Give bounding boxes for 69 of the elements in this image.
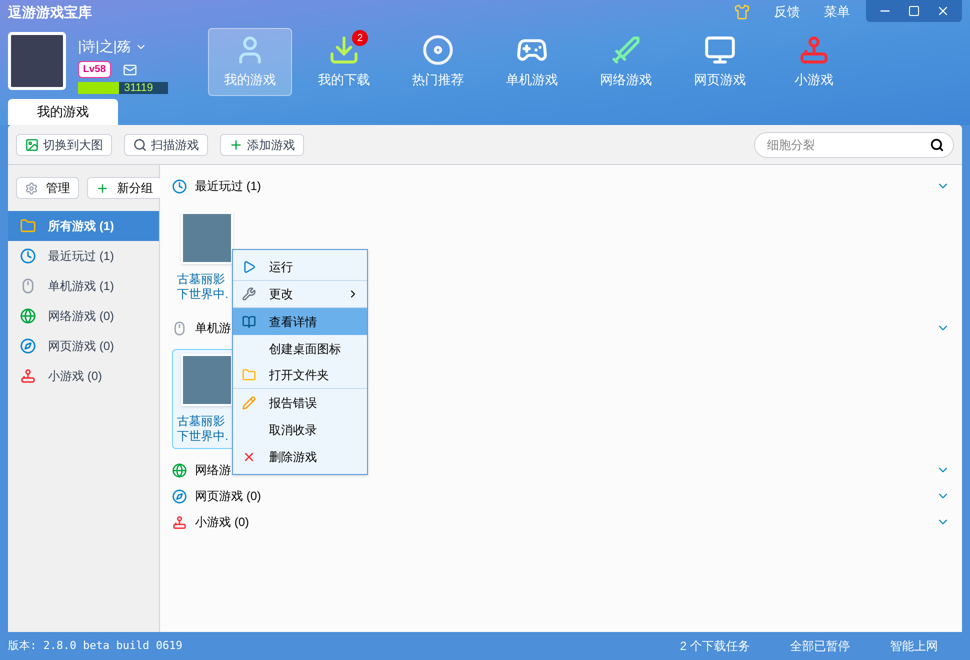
search-icon[interactable]: [930, 138, 944, 152]
exp-reading: 31119: [124, 81, 153, 96]
menu-item[interactable]: 查看详情: [233, 308, 367, 335]
nav-label: 热门推荐: [412, 71, 464, 90]
sidebar-item[interactable]: 单机游戏 (1): [8, 271, 159, 301]
settings-icon: [25, 182, 38, 194]
section-title[interactable]: 小游戏 (0): [195, 513, 249, 531]
version-text: 版本: 2.8.0 beta build 0619: [8, 638, 182, 654]
wrench-icon: [242, 287, 256, 301]
shirt-icon[interactable]: [734, 4, 750, 20]
book-icon: [242, 314, 256, 328]
clock-icon: [172, 178, 187, 194]
clock-icon: [20, 248, 36, 264]
toolbar-button[interactable]: 切换到大图: [16, 134, 112, 156]
plus-icon: [96, 182, 109, 194]
folder-icon: [242, 368, 256, 382]
mouse-icon: [172, 320, 187, 336]
search-icon: [133, 138, 147, 152]
globe-icon: [172, 462, 187, 478]
close-icon[interactable]: [936, 4, 950, 18]
sidebar-item[interactable]: 所有游戏 (1): [8, 211, 159, 241]
sidebar-item[interactable]: 网络游戏 (0): [8, 301, 159, 331]
sidebar-button[interactable]: 新分组: [87, 177, 162, 199]
game-title: 古墓丽影 下世界中.: [177, 414, 228, 444]
menu-item[interactable]: 打开文件夹: [233, 362, 367, 389]
nav-label: 我的下载: [318, 71, 370, 90]
folder-icon: [20, 218, 36, 234]
plus-icon: [229, 138, 243, 152]
game-title: 古墓丽影 下世界中.: [177, 272, 228, 302]
image-icon: [25, 138, 39, 152]
photo-placeholder: [181, 354, 233, 406]
section-title[interactable]: 网页游戏 (0): [195, 487, 261, 505]
play-icon: [242, 260, 256, 274]
browser-icon: [20, 338, 36, 354]
sidebar-item[interactable]: 最近玩过 (1): [8, 241, 159, 271]
level-badge: Lv58: [78, 61, 111, 78]
section-title[interactable]: 单机游: [195, 319, 231, 337]
my-games-tab[interactable]: 我的游戏: [8, 99, 118, 125]
nav-item[interactable]: 2 我的下载: [302, 28, 386, 96]
joystick-icon: [20, 368, 36, 384]
browser-icon: [172, 488, 187, 504]
pencil-icon: [242, 396, 256, 410]
menu-item[interactable]: 运行: [233, 254, 367, 281]
avatar-placeholder[interactable]: [8, 32, 66, 90]
nav-label: 单机游戏: [506, 71, 558, 90]
nav-label: 我的游戏: [224, 71, 276, 90]
disc-icon: [422, 34, 454, 66]
nav-label: 网页游戏: [694, 71, 746, 90]
section-title[interactable]: 网络游: [195, 461, 231, 479]
search-field[interactable]: 细胞分裂: [754, 132, 954, 158]
sword-icon: [610, 34, 642, 66]
mail-icon[interactable]: [122, 62, 137, 76]
globe-icon: [20, 308, 36, 324]
sidebar-item[interactable]: 小游戏 (0): [8, 361, 159, 391]
mouse-icon: [20, 278, 36, 294]
window-title: 逗游游戏宝库: [8, 2, 92, 22]
joystick-icon: [172, 514, 187, 530]
photo-placeholder: [181, 212, 233, 264]
monitor-icon: [704, 34, 736, 66]
nav-label: 网络游戏: [600, 71, 652, 90]
toolbar-button[interactable]: 扫描游戏: [124, 134, 208, 156]
maximize-icon[interactable]: [908, 5, 920, 17]
sidebar-button[interactable]: 管理: [16, 177, 79, 199]
toolbar-button[interactable]: 添加游戏: [220, 134, 304, 156]
sidebar-item[interactable]: 网页游戏 (0): [8, 331, 159, 361]
nav-label: 小游戏: [794, 71, 834, 90]
section-title[interactable]: 最近玩过 (1): [195, 177, 261, 195]
joystick-icon: [798, 34, 830, 66]
count-badge: 2: [352, 30, 368, 46]
